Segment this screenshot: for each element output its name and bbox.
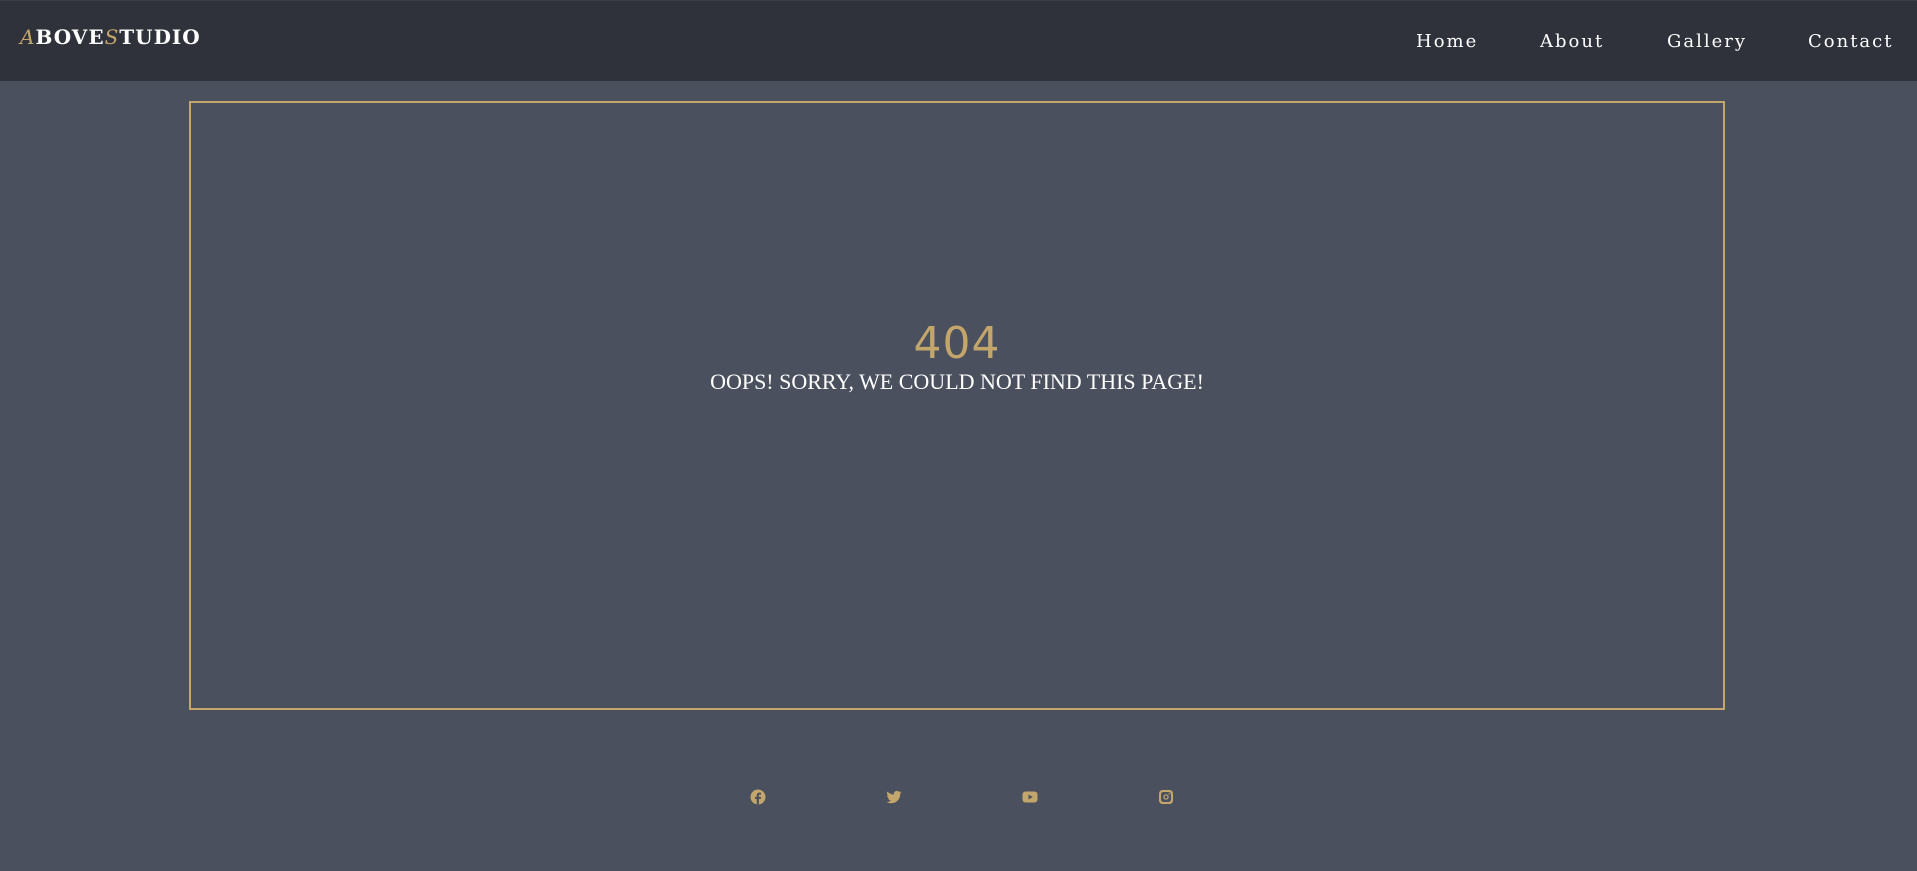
logo-text-bove: BOVE [35,25,105,49]
brand-logo[interactable]: ABOVESTUDIO [20,25,201,49]
error-message: OOPS! SORRY, WE COULD NOT FIND THIS PAGE… [710,369,1204,394]
nav-item-contact[interactable]: Contact [1808,31,1893,52]
youtube-link[interactable] [1020,787,1040,807]
instagram-icon [1159,790,1173,804]
nav-item-home[interactable]: Home [1416,31,1478,52]
facebook-link[interactable] [748,787,768,807]
logo-letter-a: A [20,25,36,49]
error-code: 404 [913,318,1001,369]
site-header: ABOVESTUDIO Home About Gallery Contact [0,0,1917,81]
error-panel: 404 OOPS! SORRY, WE COULD NOT FIND THIS … [189,101,1725,710]
twitter-link[interactable] [884,787,904,807]
nav-item-about[interactable]: About [1540,31,1604,52]
social-links [0,787,1917,807]
nav-item-gallery[interactable]: Gallery [1667,31,1747,52]
logo-text-tudio: TUDIO [119,25,201,49]
instagram-link[interactable] [1156,787,1176,807]
facebook-icon [750,789,766,805]
youtube-icon [1022,791,1038,803]
logo-letter-s: S [104,25,120,49]
twitter-icon [886,790,902,804]
